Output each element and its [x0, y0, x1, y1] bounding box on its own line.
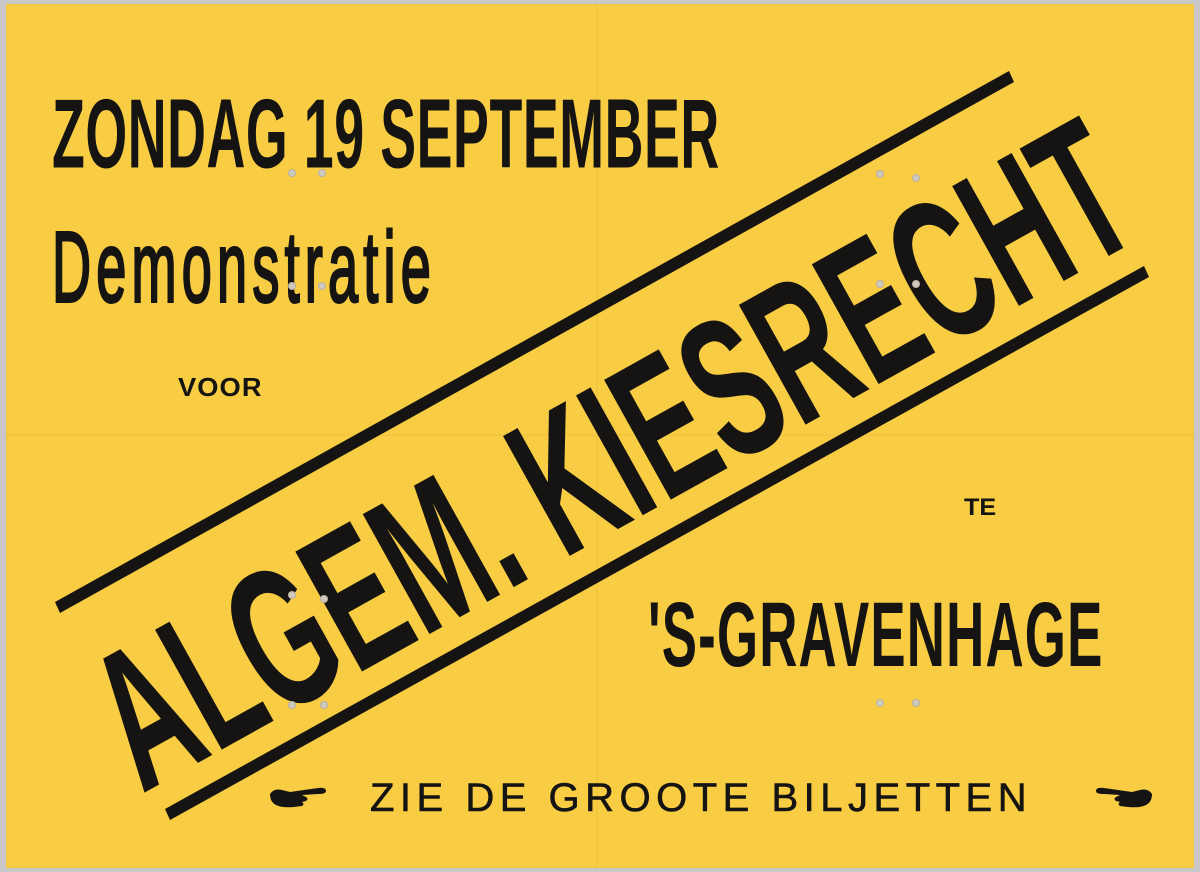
banner-text: ALGEM. KIESRECHT: [55, 78, 1168, 832]
pin-hole: [318, 169, 326, 177]
pin-hole: [320, 701, 328, 709]
poster: ZONDAG 19 SEPTEMBER Demonstratie VOOR AL…: [6, 4, 1194, 868]
pin-hole: [288, 591, 296, 599]
pin-hole: [876, 699, 884, 707]
pointing-hand-right-icon: [270, 787, 326, 808]
pin-hole: [912, 174, 920, 182]
pin-hole: [876, 170, 884, 178]
footer-text: ZIE DE GROOTE BILJETTEN: [370, 776, 1033, 821]
pin-hole: [876, 280, 884, 288]
pin-hole: [912, 280, 920, 288]
pin-hole: [288, 701, 296, 709]
city-heading: 'S-GRAVENHAGE: [648, 582, 1104, 686]
diagonal-banner: ALGEM. KIESRECHT: [55, 71, 1168, 832]
pin-hole: [288, 169, 296, 177]
pin-hole: [318, 282, 326, 290]
pointing-hand-left-icon: [1096, 787, 1152, 808]
pin-hole: [320, 595, 328, 603]
te-label: TE: [964, 494, 997, 521]
pin-hole: [912, 699, 920, 707]
pin-hole: [288, 282, 296, 290]
